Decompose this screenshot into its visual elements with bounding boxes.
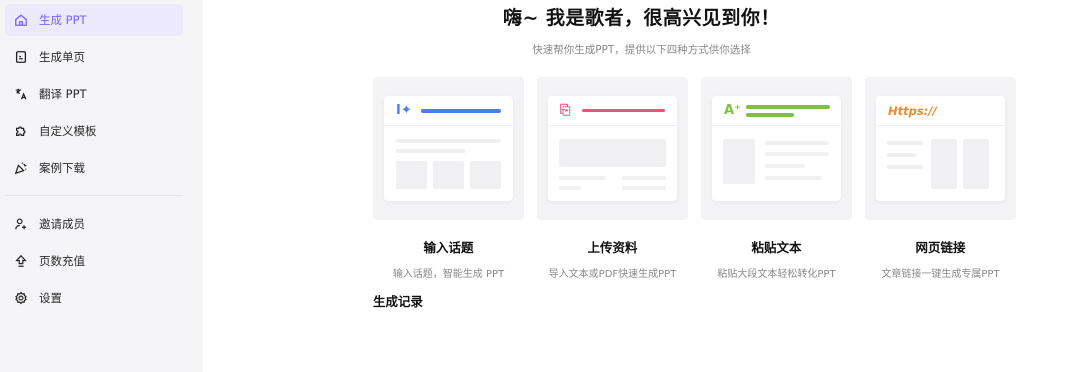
party-popper-icon bbox=[14, 161, 28, 175]
translate-icon bbox=[14, 87, 28, 101]
page-title: 嗨~ 我是歌者，很高兴见到你！ bbox=[502, 7, 781, 29]
card-title: 输入话题 bbox=[423, 240, 474, 255]
app-root: 生成 PPT 生成单页 翻译 PPT 自定义模板 案例下载 邀请成员 页数充值 … bbox=[0, 0, 1080, 372]
sidebar-item-label: 翻译 PPT bbox=[39, 87, 87, 101]
sidebar-item-label: 页数充值 bbox=[39, 254, 85, 268]
card-title: 粘贴文本 bbox=[751, 240, 802, 255]
upload-arrow-icon bbox=[14, 254, 28, 268]
sidebar: 生成 PPT 生成单页 翻译 PPT 自定义模板 案例下载 邀请成员 页数充值 … bbox=[0, 0, 203, 372]
sidebar-item-page-recharge[interactable]: 页数充值 bbox=[5, 245, 183, 277]
card-title: 上传资料 bbox=[587, 240, 638, 255]
sidebar-item-custom-template[interactable]: 自定义模板 bbox=[5, 115, 183, 147]
home-icon bbox=[14, 13, 28, 27]
sidebar-item-case-download[interactable]: 案例下载 bbox=[5, 152, 183, 184]
card-title: 网页链接 bbox=[915, 240, 966, 255]
generation-method-cards: I✦ 输入话题 输入话题，智能生成 PPT ⎘ 上传资料 导入文本或PDF快速生… bbox=[373, 77, 1016, 280]
sidebar-divider bbox=[5, 195, 183, 196]
sidebar-item-label: 生成单页 bbox=[39, 50, 85, 64]
card-description: 文章链接一键生成专属PPT bbox=[881, 269, 1000, 280]
card-thumbnail: ⎘ bbox=[537, 77, 688, 220]
document-icon bbox=[14, 50, 28, 64]
card-description: 导入文本或PDF快速生成PPT bbox=[548, 269, 677, 280]
card-thumbnail: A⁺ bbox=[701, 77, 852, 220]
sidebar-item-label: 设置 bbox=[39, 291, 62, 305]
card-description: 输入话题，智能生成 PPT bbox=[392, 269, 505, 280]
link-icon: Https:// bbox=[888, 104, 937, 118]
text-plus-icon: A⁺ bbox=[724, 103, 741, 118]
add-user-icon bbox=[14, 217, 28, 231]
sidebar-item-label: 邀请成员 bbox=[39, 217, 85, 231]
card-thumbnail: Https:// bbox=[865, 77, 1016, 220]
gear-icon bbox=[14, 291, 28, 305]
main-content: 嗨~ 我是歌者，很高兴见到你！ 快速帮你生成PPT，提供以下四种方式供你选择 I… bbox=[203, 0, 1080, 372]
sidebar-item-invite-members[interactable]: 邀请成员 bbox=[5, 208, 183, 240]
section-title-records: 生成记录 bbox=[373, 294, 424, 309]
file-upload-icon: ⎘ bbox=[560, 103, 571, 118]
sparkle-text-icon: I✦ bbox=[396, 103, 412, 118]
sidebar-item-label: 生成 PPT bbox=[39, 13, 87, 27]
sidebar-item-settings[interactable]: 设置 bbox=[5, 282, 183, 314]
card-upload-material[interactable]: ⎘ 上传资料 导入文本或PDF快速生成PPT bbox=[537, 77, 688, 280]
sidebar-item-generate-single-page[interactable]: 生成单页 bbox=[5, 41, 183, 73]
card-thumbnail: I✦ bbox=[373, 77, 524, 220]
card-web-link[interactable]: Https:// 网页链接 文章链接一键生成专属PPT bbox=[865, 77, 1016, 280]
sidebar-item-generate-ppt[interactable]: 生成 PPT bbox=[5, 4, 183, 36]
sidebar-item-label: 案例下载 bbox=[39, 161, 85, 175]
puzzle-icon bbox=[14, 124, 28, 138]
sidebar-item-translate-ppt[interactable]: 翻译 PPT bbox=[5, 78, 183, 110]
card-paste-text[interactable]: A⁺ 粘贴文本 粘贴大段文本轻松转化PPT bbox=[701, 77, 852, 280]
sidebar-item-label: 自定义模板 bbox=[39, 124, 97, 138]
card-input-topic[interactable]: I✦ 输入话题 输入话题，智能生成 PPT bbox=[373, 77, 524, 280]
page-subtitle: 快速帮你生成PPT，提供以下四种方式供你选择 bbox=[532, 44, 751, 56]
card-description: 粘贴大段文本轻松转化PPT bbox=[717, 269, 836, 280]
